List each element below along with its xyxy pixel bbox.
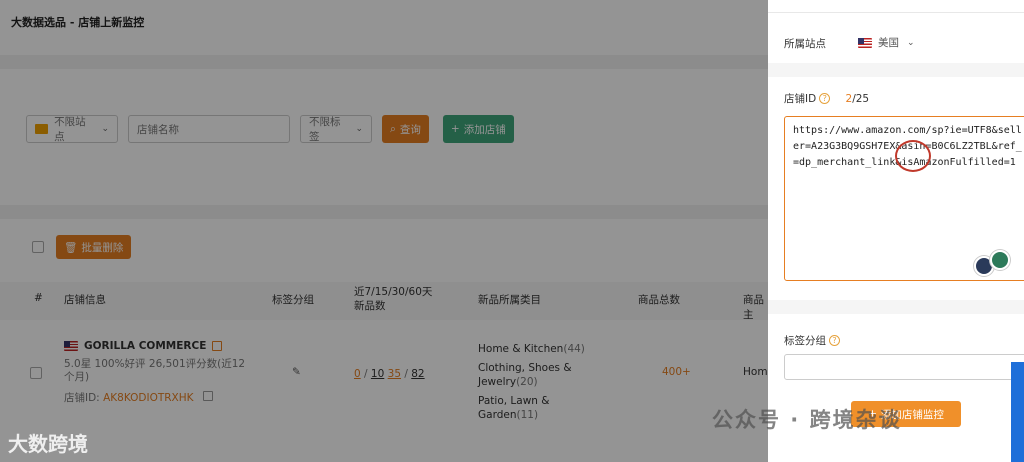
add-store-drawer: 所属站点 美国 ⌄ 店铺ID? 2/25 https://www.amazon.…: [768, 0, 1024, 462]
drawer-site-value: 美国: [878, 37, 899, 49]
store-id-max: /25: [852, 93, 870, 105]
store-id-label-row: 店铺ID? 2/25: [784, 91, 869, 106]
click-highlight: [895, 140, 931, 172]
chevron-down-icon: ⌄: [907, 37, 915, 48]
wechat-watermark: 公众号 · 跨境杂谈: [712, 408, 902, 432]
modal-overlay[interactable]: [0, 0, 768, 462]
help-icon[interactable]: ?: [829, 335, 840, 346]
us-flag-icon: [858, 37, 872, 48]
tag-group-input[interactable]: [784, 354, 1024, 380]
section-divider: [768, 300, 1024, 314]
tag-group-label: 标签分组: [784, 335, 826, 347]
side-chat-tab[interactable]: [1011, 362, 1024, 462]
help-icon[interactable]: ?: [819, 93, 831, 104]
section-divider: [768, 63, 1024, 77]
drawer-store-id-label: 店铺ID: [784, 93, 817, 105]
brand-watermark: 大数跨境: [8, 432, 88, 456]
site-label: 所属站点: [784, 38, 826, 50]
drawer-site-select[interactable]: 美国 ⌄: [858, 35, 915, 50]
drawer-top-divider: [768, 12, 1024, 13]
refresh-icon[interactable]: [990, 250, 1010, 270]
tag-group-label-row: 标签分组?: [784, 333, 840, 348]
